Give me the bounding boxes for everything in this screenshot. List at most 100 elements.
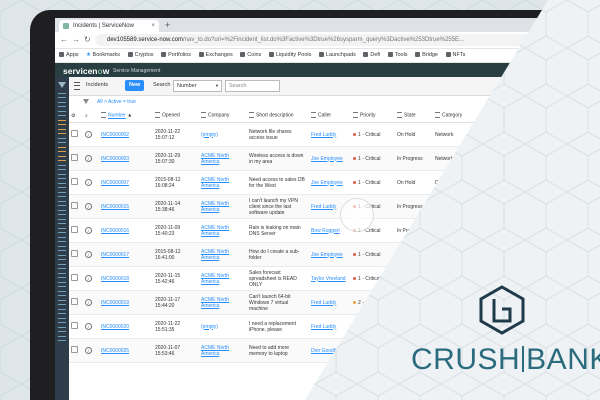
col-category[interactable]: Category xyxy=(433,109,477,123)
cell-caller[interactable]: Don Goodliffe xyxy=(309,338,351,363)
cell-caller[interactable]: Fred Luddy xyxy=(309,122,351,147)
cell-company[interactable]: ACME North America xyxy=(199,290,247,315)
nav-item-icon[interactable] xyxy=(58,291,66,296)
col-priority[interactable]: Priority xyxy=(351,109,395,123)
column-menu-icon[interactable] xyxy=(397,112,402,119)
cell-company[interactable]: ACME North America xyxy=(199,194,247,219)
table-row[interactable]: i INC0000007 2015-08-12 16:08:24 ACME North… xyxy=(69,170,497,195)
column-menu-icon[interactable] xyxy=(101,112,106,119)
forward-icon[interactable]: → xyxy=(72,35,84,44)
col-short-description[interactable]: Short description xyxy=(247,109,309,123)
new-tab-button[interactable]: + xyxy=(165,18,170,32)
nav-item-icon[interactable] xyxy=(58,156,66,161)
filter-navigator-icon[interactable] xyxy=(58,82,66,88)
nav-item-icon[interactable] xyxy=(58,93,66,98)
nav-item-icon[interactable] xyxy=(58,147,66,152)
play-video-button[interactable] xyxy=(340,198,374,232)
nav-item-icon[interactable] xyxy=(58,300,66,305)
row-checkbox[interactable] xyxy=(71,250,78,257)
cell-company[interactable]: (empty) xyxy=(199,314,247,339)
column-menu-icon[interactable] xyxy=(435,112,440,119)
bookmark-cryptos[interactable]: Cryptos xyxy=(127,49,154,62)
nav-item-icon[interactable] xyxy=(58,246,66,251)
bookmark-nfts[interactable]: NFTs xyxy=(445,49,465,62)
nav-item-icon[interactable] xyxy=(58,309,66,314)
info-icon[interactable]: i xyxy=(85,155,92,162)
nav-item-icon[interactable] xyxy=(58,120,66,125)
info-icon[interactable]: i xyxy=(85,299,92,306)
row-checkbox[interactable] xyxy=(71,346,78,353)
cell-company[interactable]: ACME North America xyxy=(199,218,247,243)
cell-company[interactable]: ACME North America xyxy=(199,338,247,363)
nav-item-icon[interactable] xyxy=(58,255,66,260)
reload-icon[interactable]: ↻ xyxy=(84,35,95,44)
nav-item-icon[interactable] xyxy=(58,336,66,341)
col-caller[interactable]: Caller xyxy=(309,109,351,123)
table-row[interactable]: i INC0000017 2015-08-12 16:41:00 ACME North… xyxy=(69,242,497,267)
table-row[interactable]: i INC0000002 2020-11-22 15:07:12 (empty) Net… xyxy=(69,122,497,147)
nav-item-icon[interactable] xyxy=(58,228,66,233)
nav-item-icon[interactable] xyxy=(58,165,66,170)
search-col[interactable]: ⌕ xyxy=(83,109,99,123)
cell-number[interactable]: INC0000017 xyxy=(99,242,153,267)
settings-col[interactable]: ⚙ xyxy=(69,109,83,123)
bookmark-bridge[interactable]: Bridge xyxy=(415,49,438,62)
close-tab-icon[interactable]: × xyxy=(151,20,155,32)
nav-item-icon[interactable] xyxy=(58,237,66,242)
search-field-select[interactable]: Number ▼ xyxy=(173,80,222,92)
nav-item-icon[interactable] xyxy=(58,111,66,116)
cell-caller[interactable]: Joe Employee xyxy=(309,242,351,267)
cell-number[interactable]: INC0000015 xyxy=(99,194,153,219)
col-company[interactable]: Company xyxy=(199,109,247,123)
nav-item-icon[interactable] xyxy=(58,273,66,278)
cell-number[interactable]: INC0000018 xyxy=(99,266,153,291)
row-checkbox[interactable] xyxy=(71,202,78,209)
bookmark-launchpads[interactable]: Launchpads xyxy=(318,49,356,62)
bookmark-defi[interactable]: Defi xyxy=(363,49,380,62)
table-row[interactable]: i INC0000015 2020-11-14 15:38:46 ACME North… xyxy=(69,194,497,219)
cell-assignment[interactable] xyxy=(477,194,497,219)
row-checkbox[interactable] xyxy=(71,274,78,281)
column-menu-icon[interactable] xyxy=(311,112,316,119)
cell-assignment[interactable] xyxy=(477,170,497,195)
bookmark-exchanges[interactable]: Exchanges xyxy=(198,49,233,62)
browser-menu-icon[interactable]: ☆ ⋮ xyxy=(581,32,596,48)
info-icon[interactable]: i xyxy=(85,251,92,258)
nav-item-icon[interactable] xyxy=(58,201,66,206)
row-checkbox[interactable] xyxy=(71,178,78,185)
info-icon[interactable]: i xyxy=(85,227,92,234)
cell-company[interactable]: ACME North America xyxy=(199,242,247,267)
info-icon[interactable]: i xyxy=(85,275,92,282)
bookmark-coins[interactable]: Coins xyxy=(240,49,261,62)
cell-number[interactable]: INC0000007 xyxy=(99,170,153,195)
row-checkbox[interactable] xyxy=(71,154,78,161)
row-checkbox[interactable] xyxy=(71,130,78,137)
nav-item-icon[interactable] xyxy=(58,210,66,215)
nav-item-icon[interactable] xyxy=(58,327,66,332)
new-button[interactable]: New xyxy=(125,80,145,91)
cell-caller[interactable]: Fred Luddy xyxy=(309,314,351,339)
table-row[interactable]: i INC0000003 2020-11-29 15:07:30 ACME North… xyxy=(69,146,497,171)
cell-company[interactable]: ACME North America xyxy=(199,170,247,195)
cell-caller[interactable]: Joe Employee xyxy=(309,146,351,171)
nav-item-icon[interactable] xyxy=(58,264,66,269)
col-number[interactable]: Number ▲ xyxy=(99,109,153,123)
nav-item-icon[interactable] xyxy=(58,129,66,134)
bookmark-tools[interactable]: Tools xyxy=(387,49,408,62)
cell-caller[interactable]: Fred Luddy xyxy=(309,290,351,315)
cell-number[interactable]: INC0000019 xyxy=(99,290,153,315)
cell-assignment[interactable] xyxy=(477,146,497,171)
column-menu-icon[interactable] xyxy=(249,112,254,119)
cell-caller[interactable]: Taylor Vreeland xyxy=(309,266,351,291)
servicenow-logo[interactable]: servicenow xyxy=(63,66,109,76)
row-checkbox[interactable] xyxy=(71,298,78,305)
address-input[interactable]: dev105589.service-now.com/nav_to.do?uri=… xyxy=(95,34,570,46)
column-menu-icon[interactable] xyxy=(353,112,358,119)
search-icon[interactable]: ⌕ xyxy=(85,113,88,119)
cell-number[interactable]: INC0000020 xyxy=(99,314,153,339)
cell-number[interactable]: INC0000002 xyxy=(99,122,153,147)
bookmark-apps[interactable]: Apps xyxy=(59,49,79,62)
nav-item-icon[interactable] xyxy=(58,138,66,143)
breadcrumb[interactable]: All > Active = true xyxy=(97,99,136,105)
nav-item-icon[interactable] xyxy=(58,219,66,224)
